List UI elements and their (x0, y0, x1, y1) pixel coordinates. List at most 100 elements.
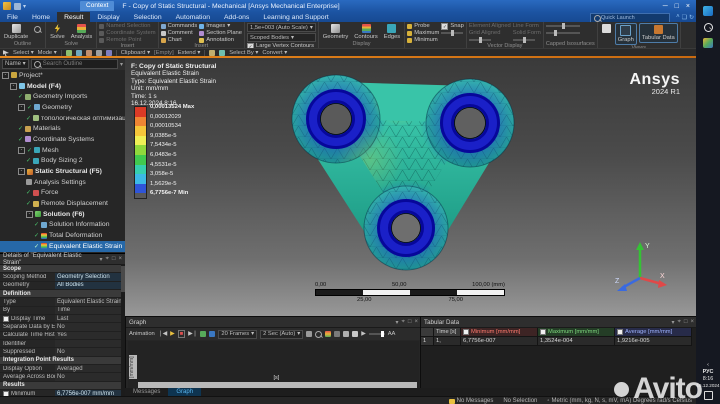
expander-icon[interactable]: - (18, 146, 25, 154)
legend-colors-icon[interactable] (325, 331, 332, 337)
minimum-column-header[interactable]: Minimum [mm/mm] (461, 328, 538, 337)
orientation-triad[interactable]: Y X Z (612, 238, 668, 294)
tree-item-solution-information[interactable]: ✓ Solution Information (0, 220, 125, 231)
notification-icon[interactable] (703, 391, 713, 400)
no-messages-status[interactable]: No Messages (457, 398, 494, 404)
tree-item-model[interactable]: - Model (F4) (0, 81, 125, 92)
average-column-header[interactable]: Average [mm/mm] (615, 328, 692, 337)
details-row[interactable]: Suppressed No (0, 348, 125, 357)
outline-filter-dropdown[interactable]: Name ▾ (2, 59, 29, 69)
tree-item-remote-displacement[interactable]: ✓ Remote Displacement (0, 198, 125, 209)
tree-item-geometry-imports[interactable]: ✓ Geometry Imports (0, 91, 125, 102)
commands-button[interactable]: Commands (160, 23, 197, 29)
messages-tab[interactable]: Messages (125, 388, 168, 396)
isosurface-slider-2[interactable] (545, 30, 580, 36)
named-selection-button[interactable]: Named Selection (99, 23, 155, 29)
details-row[interactable]: By Time (0, 306, 125, 316)
tree-item-analysis-settings[interactable]: Analysis Settings (0, 177, 125, 188)
reset-layout-icon[interactable]: ↻ (689, 14, 694, 21)
expander-icon[interactable]: - (18, 168, 25, 176)
edges-button[interactable]: Edges (382, 23, 402, 41)
last-frame-button[interactable]: ▶❘ (188, 331, 197, 337)
details-dropdown-icon[interactable]: ▾ (99, 256, 102, 263)
details-row[interactable]: Separate Data by EntityNo (0, 323, 125, 332)
details-row[interactable]: Scoping Method Geometry Selection (0, 273, 125, 282)
graph-view-button[interactable]: Graph (614, 23, 637, 45)
time-column-header[interactable]: Time [s] (434, 328, 461, 337)
keyboard-language[interactable]: РУС (703, 369, 714, 375)
tree-item-body-sizing[interactable]: ✓ Body Sizing 2 (0, 156, 125, 167)
coordinate-system-button[interactable]: Coordinate System (99, 30, 156, 36)
pin-icon[interactable]: ⌖ (105, 256, 108, 263)
tab-file[interactable]: File (0, 12, 25, 22)
analysis-button[interactable]: Analysis (69, 23, 95, 41)
pin-icon[interactable]: ⌖ (677, 319, 680, 326)
minimize-button[interactable]: ─ (663, 3, 668, 10)
worksheet-button[interactable] (600, 23, 613, 34)
tab-automation[interactable]: Automation (169, 12, 217, 22)
duration-dropdown[interactable]: 2 Sec (Auto) ▾ (260, 329, 304, 339)
strain-contour-model[interactable] (240, 60, 610, 310)
camera-icon[interactable] (343, 331, 350, 337)
duplicate-button[interactable]: Duplicate (2, 23, 30, 41)
maximum-label-button[interactable]: Maximum (407, 30, 439, 36)
isosurface-slider[interactable] (545, 23, 580, 29)
tree-item-project[interactable]: - Project* (0, 70, 125, 81)
solid-form-button[interactable]: Solid Form (513, 30, 541, 36)
save-icon[interactable] (14, 2, 21, 10)
email-icon[interactable] (352, 331, 359, 337)
close-button[interactable]: × (686, 3, 690, 10)
solve-button[interactable]: Solve (48, 23, 67, 41)
grid-aligned-button[interactable]: Grid Aligned (469, 30, 511, 36)
outline-search-input[interactable]: Search Outline (30, 59, 118, 69)
hidden-icons-chevron[interactable]: ‹ (707, 362, 709, 368)
expander-icon[interactable]: - (26, 210, 33, 218)
float-icon[interactable]: □ (684, 319, 688, 326)
comment-button[interactable]: Comment (160, 30, 198, 36)
checkbox-icon[interactable] (617, 329, 623, 335)
expander-icon[interactable]: - (18, 103, 25, 111)
graphics-viewport[interactable]: F: Copy of Static Structural Equivalent … (125, 58, 696, 316)
play-export-icon[interactable]: ▶ (361, 331, 365, 337)
geometry-display-button[interactable]: Geometry (321, 23, 350, 41)
compare-icon[interactable] (334, 331, 341, 337)
clock-date[interactable]: 16.12.2024 (697, 383, 720, 388)
details-row[interactable]: Geometry All Bodies (0, 281, 125, 291)
line-form-button[interactable]: Line Form (513, 23, 541, 29)
contour-frames-icon[interactable] (209, 331, 216, 337)
tabular-data-view-button[interactable]: Tabular Data (638, 23, 678, 43)
layout-icon[interactable]: ❏ (682, 14, 687, 21)
tab-selection[interactable]: Selection (127, 12, 169, 22)
tab-result[interactable]: Result (57, 12, 91, 22)
details-row[interactable]: Identifier (0, 340, 125, 349)
frames-dropdown[interactable]: 20 Frames ▾ (218, 329, 258, 339)
clock-time[interactable]: 8:16 (703, 376, 714, 382)
first-frame-button[interactable]: ❘◀ (158, 331, 167, 337)
tree-item-geometry[interactable]: - ✓ Geometry (0, 102, 125, 113)
float-icon[interactable]: □ (112, 256, 116, 263)
checkbox-icon[interactable] (3, 315, 9, 322)
tree-item-part[interactable]: ✓ топологическая оптимизация) FreeParts (0, 113, 125, 124)
outline-filter-icon[interactable]: ▾ (120, 61, 123, 68)
tabular-data-row[interactable]: 1 1, 6,7756e-007 1,3524e-004 1,9216e-005 (421, 337, 697, 346)
scoped-bodies-dropdown[interactable]: Scoped Bodies ▾ (247, 33, 316, 42)
tree-item-force[interactable]: ✓ Force (0, 188, 125, 199)
snap-checkbox[interactable]: ✓ Snap (441, 22, 464, 30)
details-row[interactable]: Average Across BodiesNo (0, 373, 125, 382)
tree-item-solution[interactable]: - Solution (F6) (0, 209, 125, 220)
maximum-column-header[interactable]: Maximum [mm/mm] (538, 328, 615, 337)
stop-button[interactable]: ■ (177, 330, 186, 338)
tree-item-equivalent-elastic-strain[interactable]: ✓ Equivalent Elastic Strain (0, 241, 125, 252)
search-icon[interactable] (703, 23, 713, 32)
details-row[interactable]: Type Equivalent Elastic Strain (0, 298, 125, 307)
play-button[interactable]: ▶ (170, 331, 174, 337)
images-button[interactable]: Images ▾ (199, 23, 242, 29)
close-icon[interactable]: × (414, 319, 418, 326)
checkbox-icon[interactable] (540, 329, 546, 335)
font-size-label[interactable]: AA (388, 331, 396, 337)
photos-icon[interactable] (703, 38, 713, 48)
zoom-icon[interactable] (315, 330, 323, 338)
vector-density-slider[interactable] (512, 37, 535, 43)
find-in-outline-button[interactable] (32, 23, 43, 34)
tab-addons[interactable]: Add-ons (217, 12, 256, 22)
